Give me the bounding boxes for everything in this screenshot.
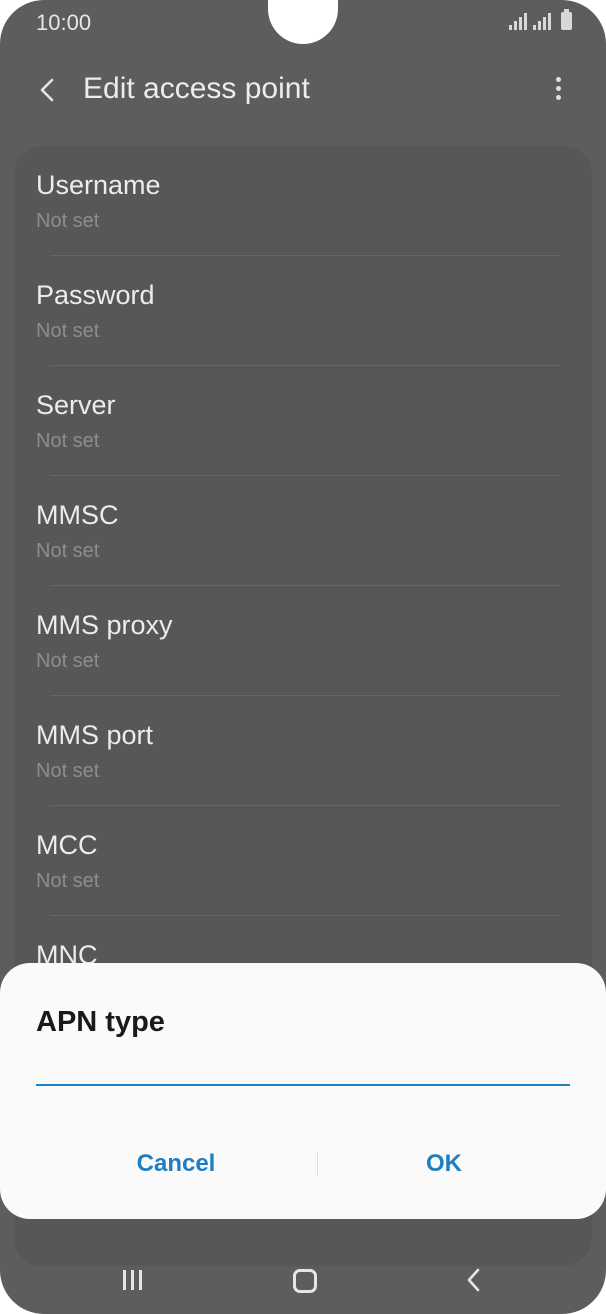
setting-mms-port[interactable]: MMS port Not set [36,696,576,806]
recent-apps-button[interactable] [115,1262,155,1298]
more-options-button[interactable] [548,74,568,108]
signal-icon [509,12,527,30]
setting-label: MMSC [36,500,119,530]
setting-mms-proxy[interactable]: MMS proxy Not set [36,586,576,696]
button-divider [317,1151,318,1177]
home-button[interactable] [284,1262,324,1298]
setting-mmsc[interactable]: MMSC Not set [36,476,576,586]
app-bar: Edit access point [0,60,606,120]
ok-button[interactable]: OK [344,1138,544,1190]
apn-type-input[interactable] [36,1040,570,1086]
navigation-bar [0,1244,606,1314]
more-vertical-icon [548,77,568,100]
setting-value: Not set [36,540,100,562]
setting-label: Server [36,390,116,420]
nav-back-button[interactable] [454,1262,494,1298]
setting-value: Not set [36,210,100,232]
setting-server[interactable]: Server Not set [36,366,576,476]
status-bar: 10:00 [0,0,606,48]
setting-value: Not set [36,760,100,782]
signal-icon-2 [533,12,551,30]
status-icons [509,9,572,30]
setting-password[interactable]: Password Not set [36,256,576,366]
status-time: 10:00 [36,10,92,35]
setting-label: MMS proxy [36,610,173,640]
nav-back-icon [467,1268,480,1292]
chevron-left-icon [40,78,54,102]
page-title: Edit access point [83,72,310,105]
setting-label: MCC [36,830,98,860]
cancel-button[interactable]: Cancel [76,1138,276,1190]
setting-value: Not set [36,320,100,342]
setting-label: MMS port [36,720,154,750]
setting-value: Not set [36,430,100,452]
setting-value: Not set [36,870,100,892]
setting-value: Not set [36,650,100,672]
battery-icon [561,9,572,30]
phone-screen: 10:00 Edit access point Username Not set [0,0,606,1314]
dialog-title: APN type [36,1006,165,1038]
setting-label: Username [36,170,161,200]
setting-mcc[interactable]: MCC Not set [36,806,576,916]
setting-username[interactable]: Username Not set [36,146,576,256]
back-button[interactable] [30,70,64,110]
setting-label: Password [36,280,155,310]
